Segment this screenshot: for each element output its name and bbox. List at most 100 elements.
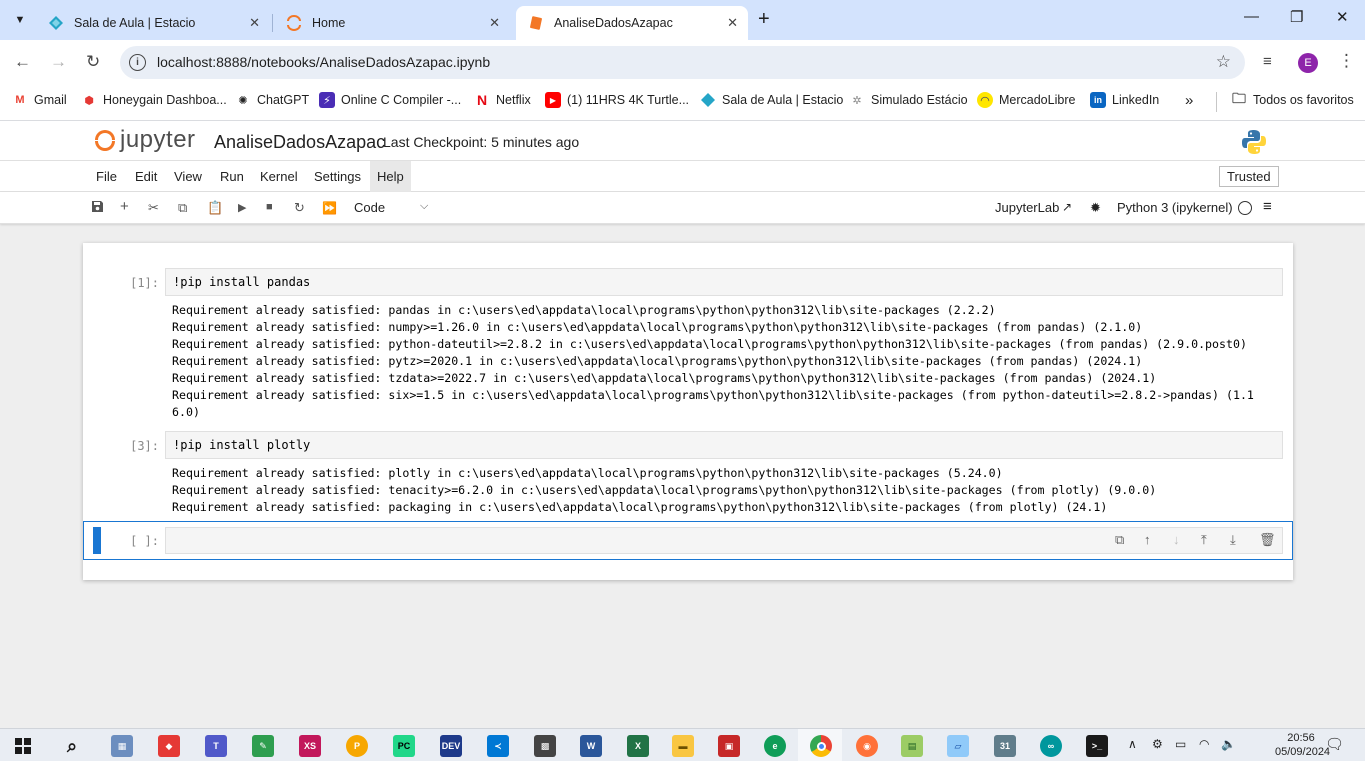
new-tab-plus-icon[interactable]: + — [758, 8, 770, 31]
app-p-icon[interactable]: P — [346, 735, 368, 757]
search-icon[interactable]: ⌕ — [61, 735, 83, 757]
copy-icon[interactable]: ⧉ — [178, 200, 187, 216]
browser-menu-icon[interactable]: ⋮ — [1338, 51, 1355, 71]
word-icon[interactable]: W — [580, 735, 602, 757]
jupyter-logo[interactable]: jupyter — [93, 126, 196, 154]
excel-icon[interactable]: X — [627, 735, 649, 757]
menu-kernel[interactable]: Kernel — [253, 161, 305, 192]
insert-above-icon[interactable]: ⤒ — [1201, 532, 1207, 548]
taskbar-clock[interactable]: 20:56 05/09/2024 — [1275, 731, 1330, 759]
app-chart-icon[interactable]: ▤ — [901, 735, 923, 757]
cell-input[interactable]: !pip install pandas — [165, 268, 1283, 296]
cell-source[interactable]: !pip install pandas — [173, 275, 310, 289]
close-tab-icon[interactable]: ✕ — [489, 15, 500, 31]
wifi-icon[interactable]: ◠ — [1199, 737, 1209, 751]
firefox-icon[interactable]: ◉ — [856, 735, 878, 757]
teams-icon[interactable]: T — [205, 735, 227, 757]
bookmark-linkedin[interactable]: in LinkedIn — [1090, 92, 1159, 108]
restart-run-all-icon[interactable]: ⏩ — [322, 201, 337, 215]
cell-type-select[interactable]: Code — [354, 200, 385, 215]
site-info-icon[interactable]: i — [129, 54, 146, 71]
notes-app-icon[interactable]: ✎ — [252, 735, 274, 757]
back-arrow-icon[interactable]: ← — [14, 52, 31, 72]
kernel-name[interactable]: Python 3 (ipykernel) — [1117, 200, 1233, 215]
edge-icon[interactable]: e — [764, 735, 786, 757]
menu-help[interactable]: Help — [370, 161, 411, 192]
tray-chevron-up-icon[interactable]: ∧ — [1128, 737, 1137, 751]
save-icon[interactable] — [91, 200, 104, 216]
bookmark-honeygain[interactable]: ⬢ Honeygain Dashboa... — [81, 92, 227, 108]
arduino-icon[interactable]: ∞ — [1040, 735, 1062, 757]
app-paint-icon[interactable]: ▣ — [718, 735, 740, 757]
calculator-icon[interactable]: ▦ — [111, 735, 133, 757]
bookmark-online-compiler[interactable]: ⚡ Online C Compiler -... — [319, 92, 461, 108]
insert-below-icon[interactable]: ⤓ — [1230, 532, 1236, 548]
windows-start-icon[interactable] — [12, 735, 34, 757]
pycharm-icon[interactable]: PC — [393, 735, 415, 757]
url-text[interactable]: localhost:8888/notebooks/AnaliseDadosAza… — [157, 54, 490, 70]
address-bar[interactable]: i localhost:8888/notebooks/AnaliseDadosA… — [120, 46, 1245, 79]
forward-arrow-icon[interactable]: → — [50, 52, 67, 72]
bookmark-youtube[interactable]: ▶ (1) 11HRS 4K Turtle... — [545, 92, 689, 108]
close-tab-icon[interactable]: ✕ — [727, 15, 738, 31]
trusted-indicator[interactable]: Trusted — [1219, 166, 1279, 187]
battery-icon[interactable]: ▭ — [1175, 737, 1186, 751]
bookmark-mercadolibre[interactable]: ◠ MercadoLibre — [977, 92, 1075, 108]
cell-input[interactable]: !pip install plotly — [165, 431, 1283, 459]
bookmark-gmail[interactable]: M Gmail — [12, 92, 66, 108]
app-tablet-icon[interactable]: ▱ — [947, 735, 969, 757]
app-xs-icon[interactable]: XS — [299, 735, 321, 757]
run-cell-icon[interactable]: ▶ — [238, 201, 246, 214]
duplicate-cell-icon[interactable]: ⧉ — [1115, 532, 1124, 548]
calendar-icon[interactable]: 31 — [994, 735, 1016, 757]
bookmark-estacio[interactable]: Sala de Aula | Estacio — [700, 92, 843, 108]
devc-icon[interactable]: DEV — [440, 735, 462, 757]
restart-kernel-icon[interactable]: ↻ — [294, 200, 305, 216]
chevron-down-icon[interactable]: ⌵ — [420, 200, 428, 213]
restore-icon[interactable]: ❐ — [1290, 8, 1303, 26]
reload-icon[interactable]: ↻ — [86, 52, 100, 72]
app-grid-icon[interactable]: ▩ — [534, 735, 556, 757]
tab-analise-dados[interactable]: AnaliseDadosAzapac ✕ — [516, 6, 748, 40]
app-red-icon[interactable]: ◆ — [158, 735, 180, 757]
stop-kernel-icon[interactable]: ■ — [266, 201, 273, 213]
insert-cell-plus-icon[interactable]: + — [120, 198, 129, 215]
notebook-title[interactable]: AnaliseDadosAzapac — [214, 132, 385, 153]
profile-avatar[interactable]: E — [1298, 53, 1318, 73]
external-link-icon[interactable]: ↗ — [1062, 200, 1072, 214]
menu-file[interactable]: File — [89, 161, 124, 192]
open-jupyterlab-link[interactable]: JupyterLab — [995, 200, 1059, 215]
close-tab-icon[interactable]: ✕ — [249, 15, 260, 31]
notification-icon[interactable]: 🗨 — [1325, 735, 1344, 753]
menu-run[interactable]: Run — [213, 161, 251, 192]
menu-view[interactable]: View — [167, 161, 209, 192]
volume-icon[interactable]: 🔈 — [1221, 737, 1236, 751]
bookmark-star-icon[interactable]: ☆ — [1216, 52, 1231, 72]
menu-edit[interactable]: Edit — [128, 161, 164, 192]
cut-scissors-icon[interactable]: ✂ — [148, 200, 159, 216]
bookmark-simulado[interactable]: ✲ Simulado Estácio — [849, 92, 967, 108]
terminal-icon[interactable]: >_ — [1086, 735, 1108, 757]
chrome-icon[interactable] — [810, 735, 832, 757]
tab-sala-de-aula[interactable]: Sala de Aula | Estacio ✕ — [36, 6, 270, 40]
paste-clipboard-icon[interactable]: 📋 — [207, 200, 223, 216]
tray-settings-icon[interactable]: ⚙ — [1152, 737, 1163, 751]
debugger-bug-icon[interactable]: ✹ — [1090, 200, 1101, 216]
menu-settings[interactable]: Settings — [307, 161, 368, 192]
bookmark-netflix[interactable]: N Netflix — [474, 92, 531, 108]
tab-search-chevron-icon[interactable]: ▼ — [8, 8, 32, 32]
all-bookmarks[interactable]: 🗀 Todos os favoritos — [1231, 90, 1354, 108]
vscode-icon[interactable]: ≺ — [487, 735, 509, 757]
toolbar-menu-icon[interactable]: ≡ — [1263, 198, 1272, 215]
more-bookmarks-chevron-icon[interactable]: » — [1185, 92, 1193, 109]
move-up-arrow-icon[interactable]: ↑ — [1144, 532, 1151, 547]
minimize-icon[interactable]: — — [1244, 8, 1259, 25]
media-control-icon[interactable]: ≡ — [1263, 53, 1272, 70]
active-cell[interactable]: [ ]: ⧉ ↑ ↓ ⤒ ⤓ 🗑 — [83, 521, 1293, 560]
cell-source[interactable]: !pip install plotly — [173, 438, 310, 452]
file-explorer-icon[interactable]: ▬ — [672, 735, 694, 757]
move-down-arrow-icon[interactable]: ↓ — [1173, 532, 1180, 547]
tab-home[interactable]: Home ✕ — [274, 6, 510, 40]
window-close-icon[interactable]: ✕ — [1336, 8, 1349, 26]
bookmark-chatgpt[interactable]: ✺ ChatGPT — [235, 92, 309, 108]
